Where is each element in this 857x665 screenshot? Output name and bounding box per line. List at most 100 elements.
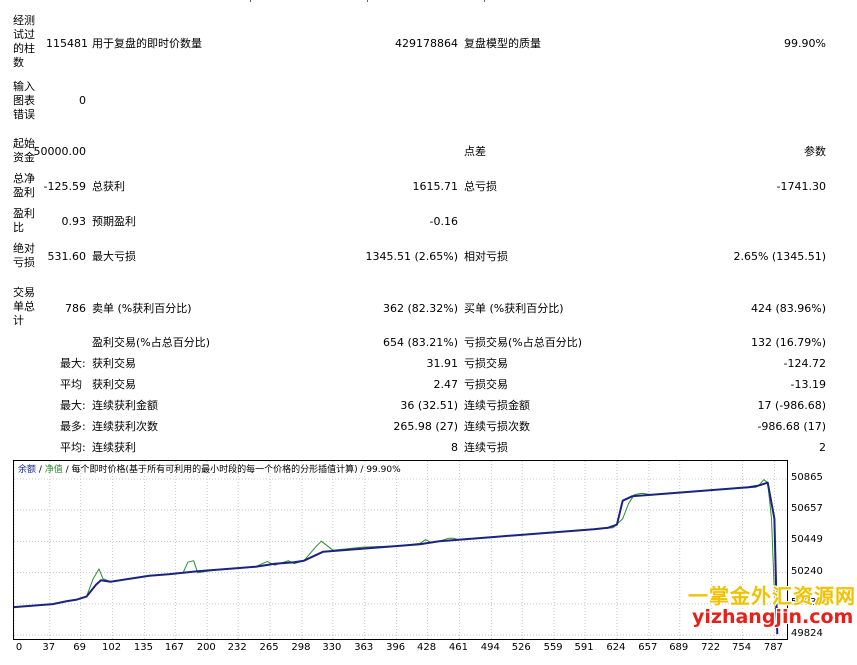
- chart-svg: [14, 461, 787, 639]
- loss-trades-label: 亏损交易(%占总百分比): [464, 336, 583, 349]
- avg-cons-wins-value: 8: [451, 441, 458, 454]
- avg-cons-losses-label: 连续亏损: [464, 441, 508, 454]
- expected-payoff-value: -0.16: [429, 215, 458, 228]
- largest-loss-label: 亏损交易: [464, 357, 508, 370]
- x-tick-label: 69: [73, 642, 87, 653]
- spread-value: 参数: [804, 145, 826, 158]
- x-tick-label: 37: [42, 642, 56, 653]
- y-tick-label: 50449: [791, 534, 823, 546]
- total-trades-value: 786: [65, 302, 86, 315]
- x-tick-label: 298: [291, 642, 311, 653]
- chart-legend: 余额 / 净值 / 每个即时价格(基于所有可利用的最小时段的每一个价格的分形插值…: [18, 464, 401, 476]
- x-tick-label: 135: [133, 642, 153, 653]
- profit-factor-value: 0.93: [61, 215, 87, 228]
- gross-loss-label: 总亏损: [464, 180, 497, 193]
- legend-separator: /: [36, 465, 45, 475]
- x-tick-label: 0: [15, 642, 23, 653]
- ticks-label: 用于复盘的即时价数量: [92, 37, 202, 50]
- spread-label: 点差: [464, 145, 486, 158]
- x-tick-label: 428: [417, 642, 437, 653]
- x-tick-label: 559: [543, 642, 563, 653]
- watermark-chinese: 一掌金外汇资源网: [688, 584, 856, 608]
- profit-trades-label: 盈利交易(%占总百分比): [92, 336, 211, 349]
- mismatch-label: 输入图表错误: [13, 80, 35, 121]
- short-trades-value: 362 (82.32%): [382, 302, 458, 315]
- quality-label: 复盘模型的质量: [464, 37, 541, 50]
- maximal-cons-loss-value: -986.68 (17): [757, 420, 826, 433]
- x-tick-label: 722: [701, 642, 721, 653]
- x-tick-label: 689: [669, 642, 689, 653]
- max-cons-losses-value: 17 (-986.68): [757, 399, 826, 412]
- x-tick-label: 363: [354, 642, 374, 653]
- clipped-header: [250, 0, 610, 2]
- max-drawdown-value: 1345.51 (2.65%): [365, 250, 458, 263]
- bars-label: 经测试过的柱数: [13, 14, 35, 69]
- maximal-prefix: 最多:: [60, 420, 86, 433]
- legend-equity: 净值: [44, 465, 63, 475]
- average-profit-value: 2.47: [433, 378, 459, 391]
- avg-cons-losses-value: 2: [819, 441, 826, 454]
- ticks-value: 429178864: [395, 37, 458, 50]
- average-prefix: 平均: [60, 378, 82, 391]
- y-tick-label: 50240: [791, 565, 823, 577]
- watermark-domain: yizhangjin.com: [692, 606, 854, 628]
- largest-profit-label: 获利交易: [92, 357, 136, 370]
- max-cons-losses-label: 连续亏损金额: [464, 399, 530, 412]
- x-tick-label: 102: [102, 642, 122, 653]
- x-tick-label: 461: [448, 642, 468, 653]
- x-tick-label: 624: [606, 642, 626, 653]
- legend-balance: 余额: [18, 465, 37, 475]
- mismatch-value: 0: [79, 94, 86, 107]
- max-cons-wins-value: 36 (32.51): [400, 399, 458, 412]
- series-equity-line: [14, 479, 778, 635]
- x-tick-label: 657: [638, 642, 658, 653]
- max-prefix: 最大:: [60, 399, 86, 412]
- largest-loss-value: -124.72: [783, 357, 826, 370]
- largest-prefix: 最大:: [60, 357, 86, 370]
- series-balance-line: [14, 481, 779, 635]
- expected-payoff-label: 预期盈利: [92, 215, 136, 228]
- x-tick-label: 265: [259, 642, 279, 653]
- x-tick-label: 330: [322, 642, 342, 653]
- largest-profit-value: 31.91: [426, 357, 459, 370]
- rel-drawdown-value: 2.65% (1345.51): [733, 250, 826, 263]
- avg-prefix: 平均:: [60, 441, 86, 454]
- long-trades-value: 424 (83.96%): [750, 302, 826, 315]
- quality-value: 99.90%: [784, 37, 826, 50]
- max-drawdown-label: 最大亏损: [92, 250, 136, 263]
- maximal-cons-profit-label: 连续获利次数: [92, 420, 158, 433]
- maximal-cons-loss-label: 连续亏损次数: [464, 420, 530, 433]
- avg-cons-wins-label: 连续获利: [92, 441, 136, 454]
- rel-drawdown-label: 相对亏损: [464, 250, 508, 263]
- profit-trades-value: 654 (83.21%): [382, 336, 458, 349]
- legend-description: / 每个即时价格(基于所有可利用的最小时段的每一个价格的分形插值计算) / 99…: [62, 465, 401, 475]
- maximal-cons-profit-value: 265.98 (27): [393, 420, 458, 433]
- gross-profit-label: 总获利: [92, 180, 125, 193]
- x-tick-label: 787: [763, 642, 783, 653]
- x-tick-label: 494: [480, 642, 500, 653]
- x-tick-label: 396: [386, 642, 406, 653]
- max-cons-wins-label: 连续获利金额: [92, 399, 158, 412]
- short-trades-label: 卖单 (%获利百分比): [92, 302, 192, 315]
- gross-profit-value: 1615.71: [412, 180, 459, 193]
- x-tick-label: 754: [732, 642, 752, 653]
- long-trades-label: 买单 (%获利百分比): [464, 302, 564, 315]
- average-profit-label: 获利交易: [92, 378, 136, 391]
- x-tick-label: 526: [511, 642, 531, 653]
- gross-loss-value: -1741.30: [776, 180, 826, 193]
- backtest-report: 经测试过的柱数 115481 用于复盘的即时价数量 429178864 复盘模型…: [0, 0, 857, 460]
- y-tick-label: 50657: [791, 503, 823, 515]
- average-loss-value: -13.19: [790, 378, 826, 391]
- abs-drawdown-value: 531.60: [47, 250, 87, 263]
- net-profit-value: -125.59: [43, 180, 86, 193]
- x-tick-label: 232: [227, 642, 247, 653]
- loss-trades-value: 132 (16.79%): [750, 336, 826, 349]
- y-tick-label: 49824: [791, 628, 823, 639]
- y-tick-label: 50865: [791, 472, 823, 483]
- x-tick-label: 591: [574, 642, 594, 653]
- chart-plot-area: 余额 / 净值 / 每个即时价格(基于所有可利用的最小时段的每一个价格的分形插值…: [13, 460, 788, 640]
- x-tick-label: 200: [196, 642, 216, 653]
- average-loss-label: 亏损交易: [464, 378, 508, 391]
- bars-value: 115481: [46, 37, 88, 50]
- x-tick-label: 167: [164, 642, 184, 653]
